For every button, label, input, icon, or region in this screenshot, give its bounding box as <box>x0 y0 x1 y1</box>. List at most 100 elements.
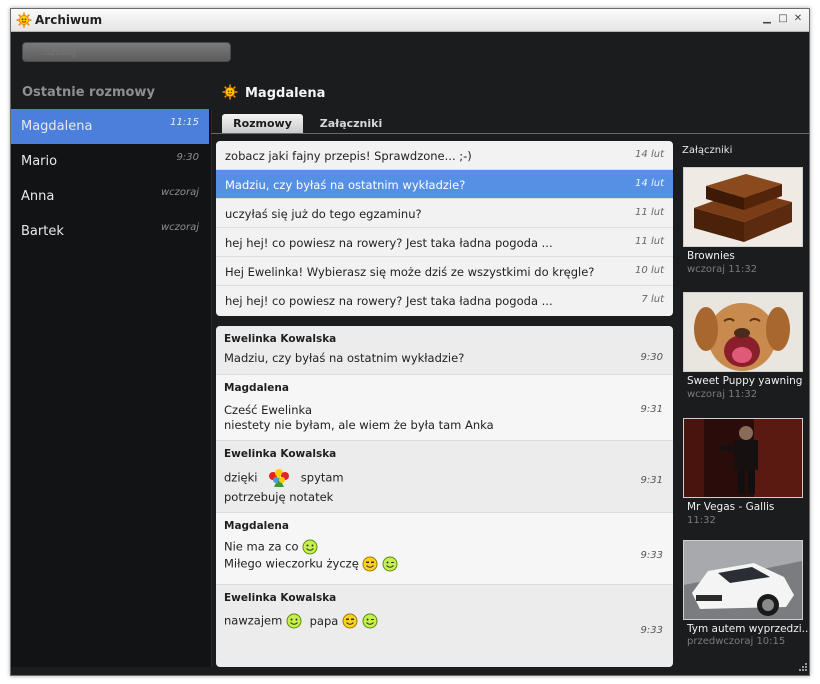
tab-attachments[interactable]: Załączniki <box>311 114 391 134</box>
message-time: 9:31 <box>640 475 663 486</box>
message: Ewelinka Kowalska nawzajem papa 9:33 <box>216 585 673 667</box>
message-author: Ewelinka Kowalska <box>224 333 337 345</box>
car-image-icon <box>684 541 802 619</box>
contact-status-icon <box>222 84 238 100</box>
message: Magdalena Nie ma za co Miłego wieczorku … <box>216 513 673 585</box>
window-title: Archiwum <box>35 13 103 27</box>
wink-emoticon-icon <box>362 613 378 629</box>
conversation-item-anna[interactable]: Anna wczoraj <box>11 179 209 214</box>
message-time: 9:30 <box>640 352 663 363</box>
message-text: niestety nie byłam, ale wiem że była tam… <box>224 418 494 432</box>
message-author: Magdalena <box>224 520 289 532</box>
minimize-button[interactable]: ▁ <box>761 12 773 26</box>
message-author: Ewelinka Kowalska <box>224 448 337 460</box>
sun-logo-icon <box>16 12 32 28</box>
conversation-item-mario[interactable]: Mario 9:30 <box>11 144 209 179</box>
thread-item[interactable]: Hej Ewelinka! Wybierasz się może dziś ze… <box>216 257 673 286</box>
message-text: potrzebuję notatek <box>224 490 334 504</box>
attachment-name: Brownies <box>687 250 735 262</box>
thread-item[interactable]: Madziu, czy byłaś na ostatnim wykładzie?… <box>216 170 673 199</box>
attachment-name: Tym autem wyprzedzi... <box>687 623 810 635</box>
smile-emoticon-icon <box>302 539 318 555</box>
attachment-time: przedwczoraj 10:15 <box>687 636 786 647</box>
thread-snippet: hej hej! co powiesz na rowery? Jest taka… <box>225 236 553 250</box>
conversation-name: Magdalena <box>21 119 93 134</box>
conversation-time: 11:15 <box>170 117 199 128</box>
attachment-name: Sweet Puppy yawning <box>687 375 803 387</box>
message-word: nawzajem <box>224 613 283 628</box>
wink-emoticon-icon <box>382 556 398 572</box>
thread-date: 7 lut <box>641 294 664 305</box>
message-time: 9:31 <box>640 404 663 415</box>
flower-bouquet-emoticon-icon <box>269 469 290 487</box>
thread-snippet: hej hej! co powiesz na rowery? Jest taka… <box>225 294 553 308</box>
message-word: Nie ma za co <box>224 539 299 554</box>
thread-snippet: zobacz jaki fajny przepis! Sprawdzone...… <box>225 149 472 163</box>
message-view: Ewelinka Kowalska Madziu, czy byłaś na o… <box>216 326 673 667</box>
message: Magdalena Cześć Ewelinka niestety nie by… <box>216 375 673 441</box>
maximize-button[interactable]: □ <box>777 12 789 26</box>
message-time: 9:33 <box>640 625 663 636</box>
grin-emoticon-icon <box>362 556 378 572</box>
attachment-thumbnail-car[interactable] <box>683 540 803 620</box>
thread-snippet: uczyłaś się już do tego egzaminu? <box>225 207 422 221</box>
message: Ewelinka Kowalska Madziu, czy byłaś na o… <box>216 326 673 375</box>
resize-grip-icon[interactable] <box>797 663 807 673</box>
search-input[interactable] <box>22 42 231 62</box>
thread-date: 11 lut <box>635 236 664 247</box>
thread-date: 10 lut <box>635 265 664 276</box>
thread-item[interactable]: hej hej! co powiesz na rowery? Jest taka… <box>216 228 673 257</box>
message-text: Nie ma za co <box>224 539 318 555</box>
message: Ewelinka Kowalska dzięki spytam potrzebu… <box>216 441 673 513</box>
smile-emoticon-icon <box>286 613 302 629</box>
message-text: dzięki spytam <box>224 468 344 488</box>
message-word: Miłego wieczorku życzę <box>224 556 359 571</box>
music-video-image-icon <box>684 419 802 497</box>
conversation-time: wczoraj <box>160 222 199 233</box>
thread-date: 14 lut <box>635 149 664 160</box>
tab-conversations[interactable]: Rozmowy <box>222 114 303 134</box>
message-word: papa <box>309 613 339 628</box>
attachment-time: wczoraj 11:32 <box>687 389 758 400</box>
thread-item[interactable]: uczyłaś się już do tego egzaminu? 11 lut <box>216 199 673 228</box>
attachments-heading: Załączniki <box>682 145 733 156</box>
message-text: Miłego wieczorku życzę <box>224 556 398 572</box>
message-text: nawzajem papa <box>224 613 378 629</box>
conversation-item-magdalena[interactable]: Magdalena 11:15 <box>11 109 209 144</box>
thread-item[interactable]: hej hej! co powiesz na rowery? Jest taka… <box>216 286 673 315</box>
close-button[interactable]: ✕ <box>792 12 804 26</box>
conversation-item-bartek[interactable]: Bartek wczoraj <box>11 214 209 249</box>
conversation-list: Magdalena 11:15 Mario 9:30 Anna wczoraj … <box>11 109 212 667</box>
attachment-time: 11:32 <box>687 515 716 526</box>
attachment-time: wczoraj 11:32 <box>687 264 758 275</box>
thread-date: 14 lut <box>635 178 664 189</box>
conversation-name: Bartek <box>21 224 64 239</box>
contact-name: Magdalena <box>245 86 326 101</box>
thread-item[interactable]: zobacz jaki fajny przepis! Sprawdzone...… <box>216 141 673 170</box>
conversation-name: Mario <box>21 154 58 169</box>
message-word: spytam <box>300 470 344 485</box>
message-author: Ewelinka Kowalska <box>224 592 337 604</box>
attachment-thumbnail-brownies[interactable] <box>683 167 803 247</box>
brownies-image-icon <box>684 168 802 246</box>
conversation-time: 9:30 <box>176 152 199 163</box>
recent-conversations-heading: Ostatnie rozmowy <box>22 85 155 100</box>
message-word: dzięki <box>224 470 258 485</box>
message-time: 9:33 <box>640 550 663 561</box>
thread-snippet: Hej Ewelinka! Wybierasz się może dziś ze… <box>225 265 595 279</box>
thread-list: zobacz jaki fajny przepis! Sprawdzone...… <box>216 141 673 316</box>
conversation-name: Anna <box>21 189 55 204</box>
archive-window: Archiwum ▁ □ ✕ Ostatnie rozmowy Magdalen… <box>10 8 810 676</box>
title-bar[interactable]: Archiwum ▁ □ ✕ <box>11 9 809 32</box>
grin-emoticon-icon <box>342 613 358 629</box>
attachment-thumbnail-mr-vegas[interactable] <box>683 418 803 498</box>
conversation-time: wczoraj <box>160 187 199 198</box>
attachment-name: Mr Vegas - Gallis <box>687 501 775 513</box>
tabs-divider <box>211 133 809 134</box>
puppy-image-icon <box>684 293 802 371</box>
thread-snippet: Madziu, czy byłaś na ostatnim wykładzie? <box>225 178 466 192</box>
attachment-thumbnail-puppy[interactable] <box>683 292 803 372</box>
message-text: Cześć Ewelinka <box>224 403 313 417</box>
message-author: Magdalena <box>224 382 289 394</box>
message-text: Madziu, czy byłaś na ostatnim wykładzie? <box>224 351 465 365</box>
